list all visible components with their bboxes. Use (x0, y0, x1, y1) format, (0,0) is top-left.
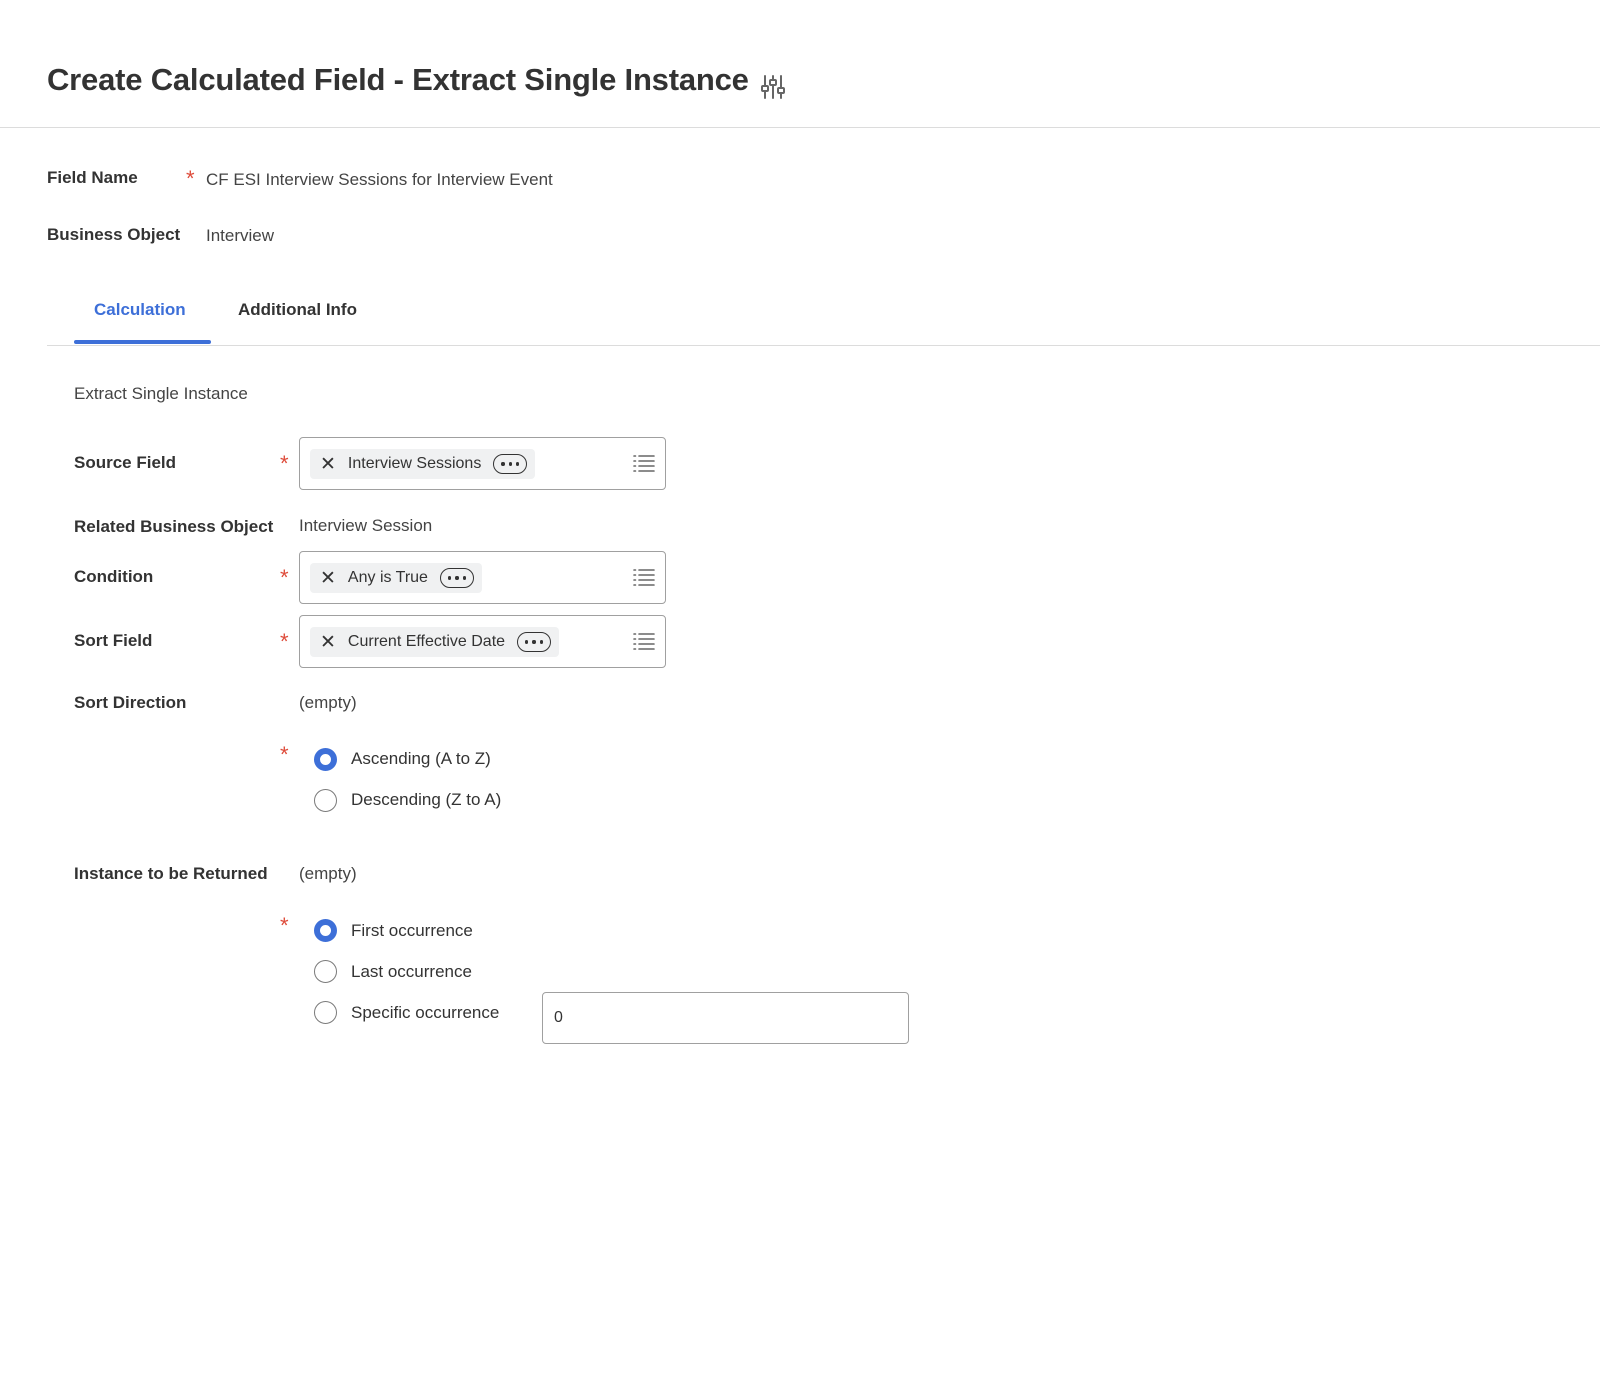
radio-last-occurrence[interactable] (314, 960, 337, 983)
source-field-required-icon: * (280, 451, 289, 476)
more-options-icon[interactable] (493, 454, 528, 474)
remove-x-icon[interactable]: ✕ (320, 633, 336, 652)
prompt-list-icon[interactable] (633, 568, 655, 586)
more-options-icon[interactable] (517, 632, 552, 652)
sort-field-label: Sort Field (74, 631, 153, 650)
condition-pill: ✕ Any is True (310, 563, 482, 593)
source-field-prompt[interactable]: ✕ Interview Sessions (299, 437, 666, 490)
sort-field-prompt[interactable]: ✕ Current Effective Date (299, 615, 666, 668)
sort-field-required-icon: * (280, 629, 289, 654)
field-name-label: Field Name (47, 168, 138, 187)
sort-direction-required-icon: * (280, 742, 289, 767)
sort-direction-empty-text: (empty) (299, 693, 357, 712)
active-tab-indicator (74, 340, 211, 344)
radio-first-occurrence-label[interactable]: First occurrence (351, 921, 473, 941)
instance-returned-label: Instance to be Returned (74, 864, 268, 883)
source-field-pill-label: Interview Sessions (347, 455, 482, 472)
radio-specific-occurrence[interactable] (314, 1001, 337, 1024)
tab-additional-info[interactable]: Additional Info (238, 300, 357, 320)
condition-prompt[interactable]: ✕ Any is True (299, 551, 666, 604)
source-field-label: Source Field (74, 453, 177, 472)
prompt-list-icon[interactable] (633, 454, 655, 472)
page-title: Create Calculated Field - Extract Single… (47, 62, 749, 97)
instance-returned-empty-text: (empty) (299, 864, 357, 883)
radio-last-occurrence-label[interactable]: Last occurrence (351, 962, 472, 982)
business-object-value: Interview (206, 226, 275, 245)
more-options-icon[interactable] (439, 568, 474, 588)
sort-direction-label: Sort Direction (74, 693, 187, 712)
related-business-object-label: Related Business Object (74, 517, 274, 536)
specific-occurrence-input[interactable] (542, 992, 909, 1044)
related-actions-sliders-icon[interactable] (760, 74, 786, 100)
radio-first-occurrence[interactable] (314, 919, 337, 942)
sort-field-pill-label: Current Effective Date (347, 633, 506, 650)
radio-ascending-label[interactable]: Ascending (A to Z) (351, 749, 491, 769)
remove-x-icon[interactable]: ✕ (320, 455, 336, 474)
radio-descending-label[interactable]: Descending (Z to A) (351, 790, 501, 810)
prompt-list-icon[interactable] (633, 632, 655, 650)
business-object-label: Business Object (47, 225, 181, 244)
condition-pill-label: Any is True (347, 569, 428, 586)
tab-calculation[interactable]: Calculation (94, 300, 186, 320)
field-name-required-icon: * (186, 166, 195, 191)
tab-bar: Calculation Additional Info (47, 290, 1600, 346)
instance-returned-required-icon: * (280, 913, 289, 938)
section-title: Extract Single Instance (74, 384, 248, 403)
related-business-object-value: Interview Session (299, 516, 433, 535)
source-field-pill: ✕ Interview Sessions (310, 449, 536, 479)
sort-field-pill: ✕ Current Effective Date (310, 627, 560, 657)
page-header: Create Calculated Field - Extract Single… (0, 0, 1600, 128)
condition-label: Condition (74, 567, 154, 586)
radio-descending[interactable] (314, 789, 337, 812)
condition-required-icon: * (280, 565, 289, 590)
remove-x-icon[interactable]: ✕ (320, 569, 336, 588)
field-name-value: CF ESI Interview Sessions for Interview … (206, 170, 553, 189)
radio-specific-occurrence-label[interactable]: Specific occurrence (351, 1003, 499, 1023)
radio-ascending[interactable] (314, 748, 337, 771)
